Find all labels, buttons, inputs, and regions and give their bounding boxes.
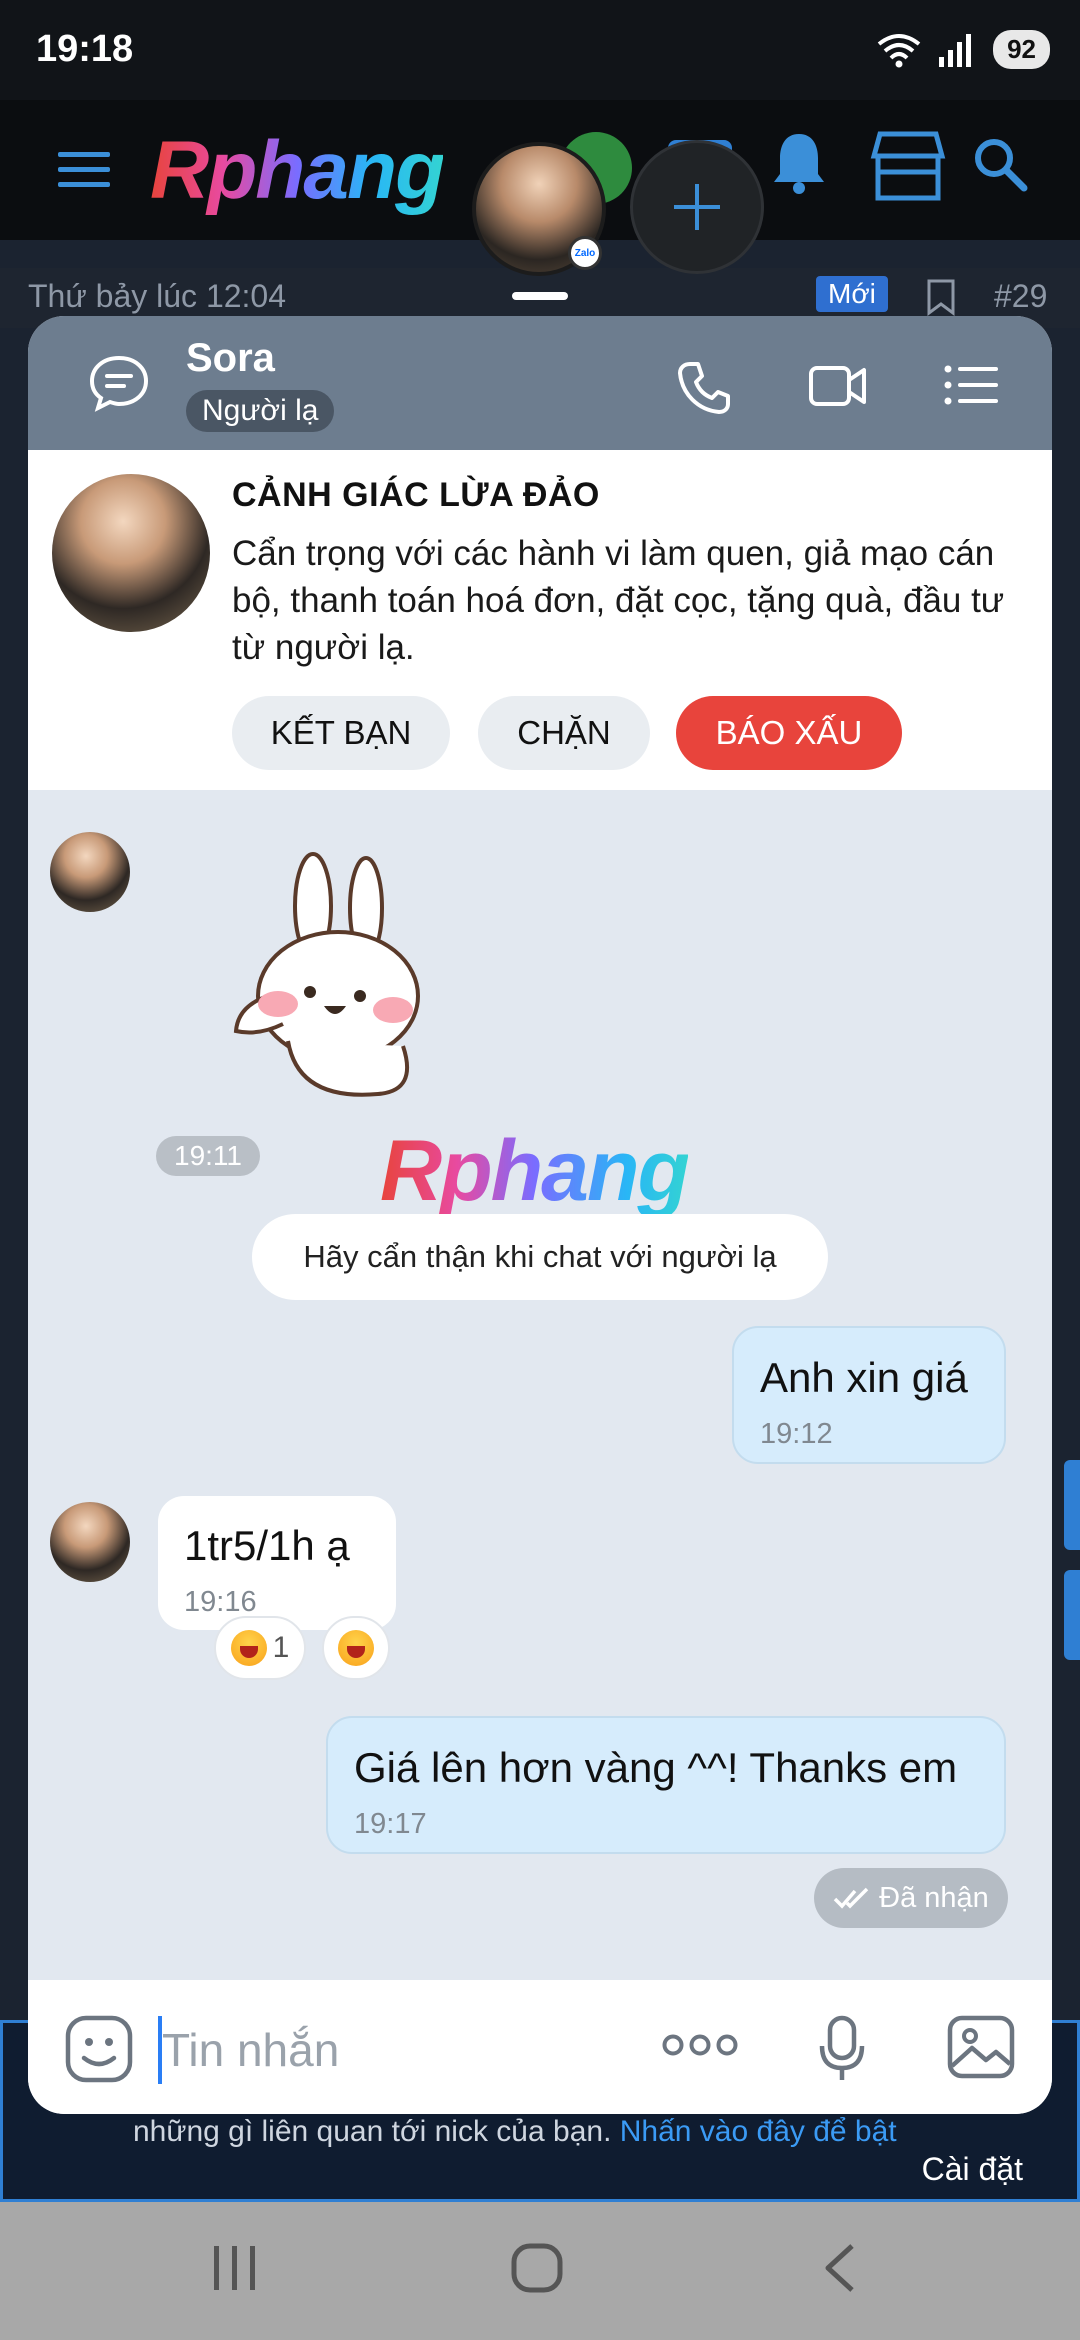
delivery-status-text: Đã nhận bbox=[879, 1881, 989, 1914]
message-bubble-me[interactable]: Anh xin giá 19:12 bbox=[732, 1326, 1006, 1464]
recent-apps-icon[interactable] bbox=[210, 2242, 260, 2294]
new-badge: Mới bbox=[816, 276, 888, 312]
settings-link[interactable]: Cài đặt bbox=[922, 2151, 1023, 2188]
notice-link[interactable]: Nhấn vào đây để bật bbox=[620, 2115, 897, 2148]
message-text: Giá lên hơn vàng ^^! Thanks em bbox=[354, 1744, 958, 1791]
post-date: Thứ bảy lúc 12:04 bbox=[28, 278, 287, 314]
warning-text: Cẩn trọng với các hành vi làm quen, giả … bbox=[232, 534, 1005, 667]
reaction-summary[interactable]: 1 bbox=[214, 1616, 306, 1680]
side-tab[interactable] bbox=[1064, 1460, 1080, 1550]
notice-text: những gì liên quan tới nick của bạn. Nhấ… bbox=[133, 2115, 897, 2149]
notice-message: những gì liên quan tới nick của bạn. bbox=[133, 2115, 612, 2148]
zalo-badge: Zalo bbox=[568, 236, 602, 270]
video-call-icon[interactable] bbox=[808, 362, 868, 410]
options-list-icon[interactable] bbox=[944, 364, 1000, 406]
plus-icon bbox=[674, 184, 720, 230]
message-text: 1tr5/1h ạ bbox=[184, 1522, 350, 1569]
double-check-icon bbox=[833, 1887, 869, 1909]
microphone-icon[interactable] bbox=[818, 2014, 866, 2084]
forum-logo[interactable]: Rphang bbox=[150, 124, 445, 218]
scam-warning-card: CẢNH GIÁC LỪA ĐẢO Cẩn trọng với các hành… bbox=[28, 450, 1052, 790]
menu-icon[interactable] bbox=[56, 148, 112, 192]
bunny-sticker bbox=[233, 852, 420, 1097]
sender-avatar[interactable] bbox=[50, 1502, 130, 1582]
battery-indicator: 92 bbox=[993, 30, 1050, 69]
stranger-notice: Hãy cẩn thận khi chat với người lạ bbox=[252, 1214, 828, 1300]
image-icon[interactable] bbox=[946, 2014, 1016, 2080]
emoji-sticker-icon[interactable] bbox=[64, 2014, 134, 2084]
message-time-chip: 19:11 bbox=[156, 1136, 260, 1176]
drag-handle[interactable] bbox=[512, 292, 568, 300]
add-fab-button[interactable] bbox=[630, 140, 764, 274]
message-time: 19:12 bbox=[760, 1418, 833, 1450]
message-time: 19:16 bbox=[184, 1586, 257, 1618]
signal-icon bbox=[939, 33, 972, 67]
reaction-count: 1 bbox=[272, 1631, 290, 1664]
wifi-icon bbox=[877, 33, 921, 67]
add-friend-button[interactable]: KẾT BẠN bbox=[232, 696, 450, 770]
laugh-emoji-icon bbox=[230, 1630, 267, 1666]
message-composer bbox=[28, 1980, 1052, 2114]
more-options-icon[interactable] bbox=[662, 2032, 738, 2058]
contact-name[interactable]: Sora bbox=[186, 336, 275, 381]
message-bubble-them[interactable]: 1tr5/1h ạ 19:16 bbox=[158, 1496, 396, 1630]
home-icon[interactable] bbox=[510, 2242, 564, 2294]
message-text: Anh xin giá bbox=[760, 1354, 968, 1401]
message-bubble-me[interactable]: Giá lên hơn vàng ^^! Thanks em 19:17 bbox=[326, 1716, 1006, 1854]
chat-bubble-icon[interactable] bbox=[88, 354, 150, 412]
post-number[interactable]: #29 bbox=[994, 278, 1047, 315]
side-tab[interactable] bbox=[1064, 1570, 1080, 1660]
system-nav-bar bbox=[0, 2202, 1080, 2340]
back-icon[interactable] bbox=[820, 2242, 860, 2294]
status-icons: 92 bbox=[877, 30, 1050, 69]
bell-icon[interactable] bbox=[770, 130, 828, 196]
laugh-emoji-icon bbox=[338, 1630, 374, 1666]
contact-avatar[interactable] bbox=[52, 474, 210, 632]
bookmark-icon[interactable] bbox=[926, 278, 956, 316]
report-button[interactable]: BÁO XẤU bbox=[676, 696, 902, 770]
sender-avatar[interactable] bbox=[50, 832, 130, 912]
phone-icon[interactable] bbox=[676, 360, 732, 416]
warning-title: CẢNH GIÁC LỪA ĐẢO bbox=[232, 476, 600, 514]
status-bar: 19:18 92 bbox=[0, 0, 1080, 100]
store-icon[interactable] bbox=[868, 130, 948, 202]
search-icon[interactable] bbox=[972, 136, 1028, 192]
watermark-logo: Rphang bbox=[380, 1123, 690, 1219]
add-reaction-button[interactable] bbox=[322, 1616, 390, 1680]
chat-popup: Sora Người lạ CẢNH GIÁC LỪA ĐẢO Cẩn trọn… bbox=[28, 316, 1052, 2114]
stranger-tag: Người lạ bbox=[186, 390, 335, 432]
delivery-status: Đã nhận bbox=[814, 1868, 1008, 1928]
block-button[interactable]: CHẶN bbox=[478, 696, 650, 770]
message-input[interactable] bbox=[162, 2016, 662, 2084]
status-time: 19:18 bbox=[36, 28, 134, 70]
message-time: 19:17 bbox=[354, 1808, 427, 1840]
chat-header: Sora Người lạ bbox=[28, 316, 1052, 450]
